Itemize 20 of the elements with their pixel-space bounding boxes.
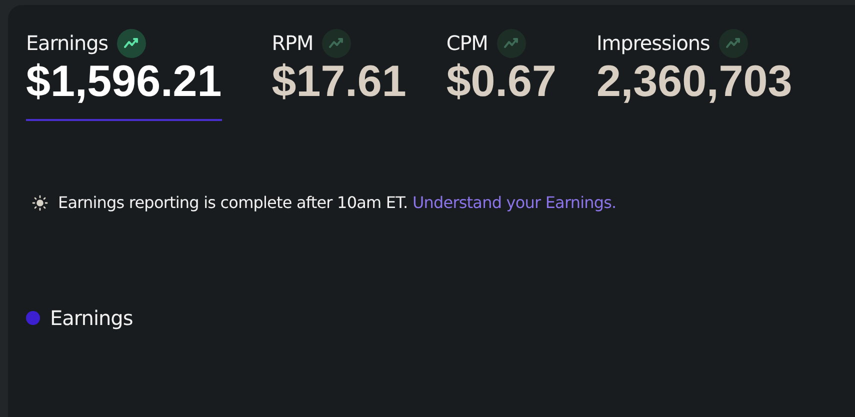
trend-up-icon xyxy=(322,28,352,58)
metric-value: $0.67 xyxy=(446,57,556,107)
metric-label: CPM xyxy=(446,31,488,55)
trend-up-icon xyxy=(718,28,748,58)
understand-earnings-link[interactable]: Understand your Earnings. xyxy=(412,193,616,212)
trend-up-icon xyxy=(117,28,146,58)
metric-tab[interactable]: RPM $17.61 xyxy=(272,29,406,121)
metric-value: $17.61 xyxy=(272,57,406,107)
metric-label: RPM xyxy=(272,31,314,55)
metric-label: Earnings xyxy=(26,31,108,55)
metric-tab[interactable]: CPM $0.67 xyxy=(446,29,556,121)
metric-label: Impressions xyxy=(596,31,710,55)
metric-tab[interactable]: Earnings $1,596.21 xyxy=(26,29,222,121)
metric-tab[interactable]: Impressions 2,360,703 xyxy=(596,29,792,121)
metric-value: $1,596.21 xyxy=(26,57,222,107)
legend-label: Earnings xyxy=(50,306,133,330)
sun-icon xyxy=(32,194,48,210)
notice-text: Earnings reporting is complete after 10am ET. Understand your Earnings. xyxy=(58,193,616,212)
trend-up-icon xyxy=(496,28,526,58)
metric-value: 2,360,703 xyxy=(596,57,792,107)
